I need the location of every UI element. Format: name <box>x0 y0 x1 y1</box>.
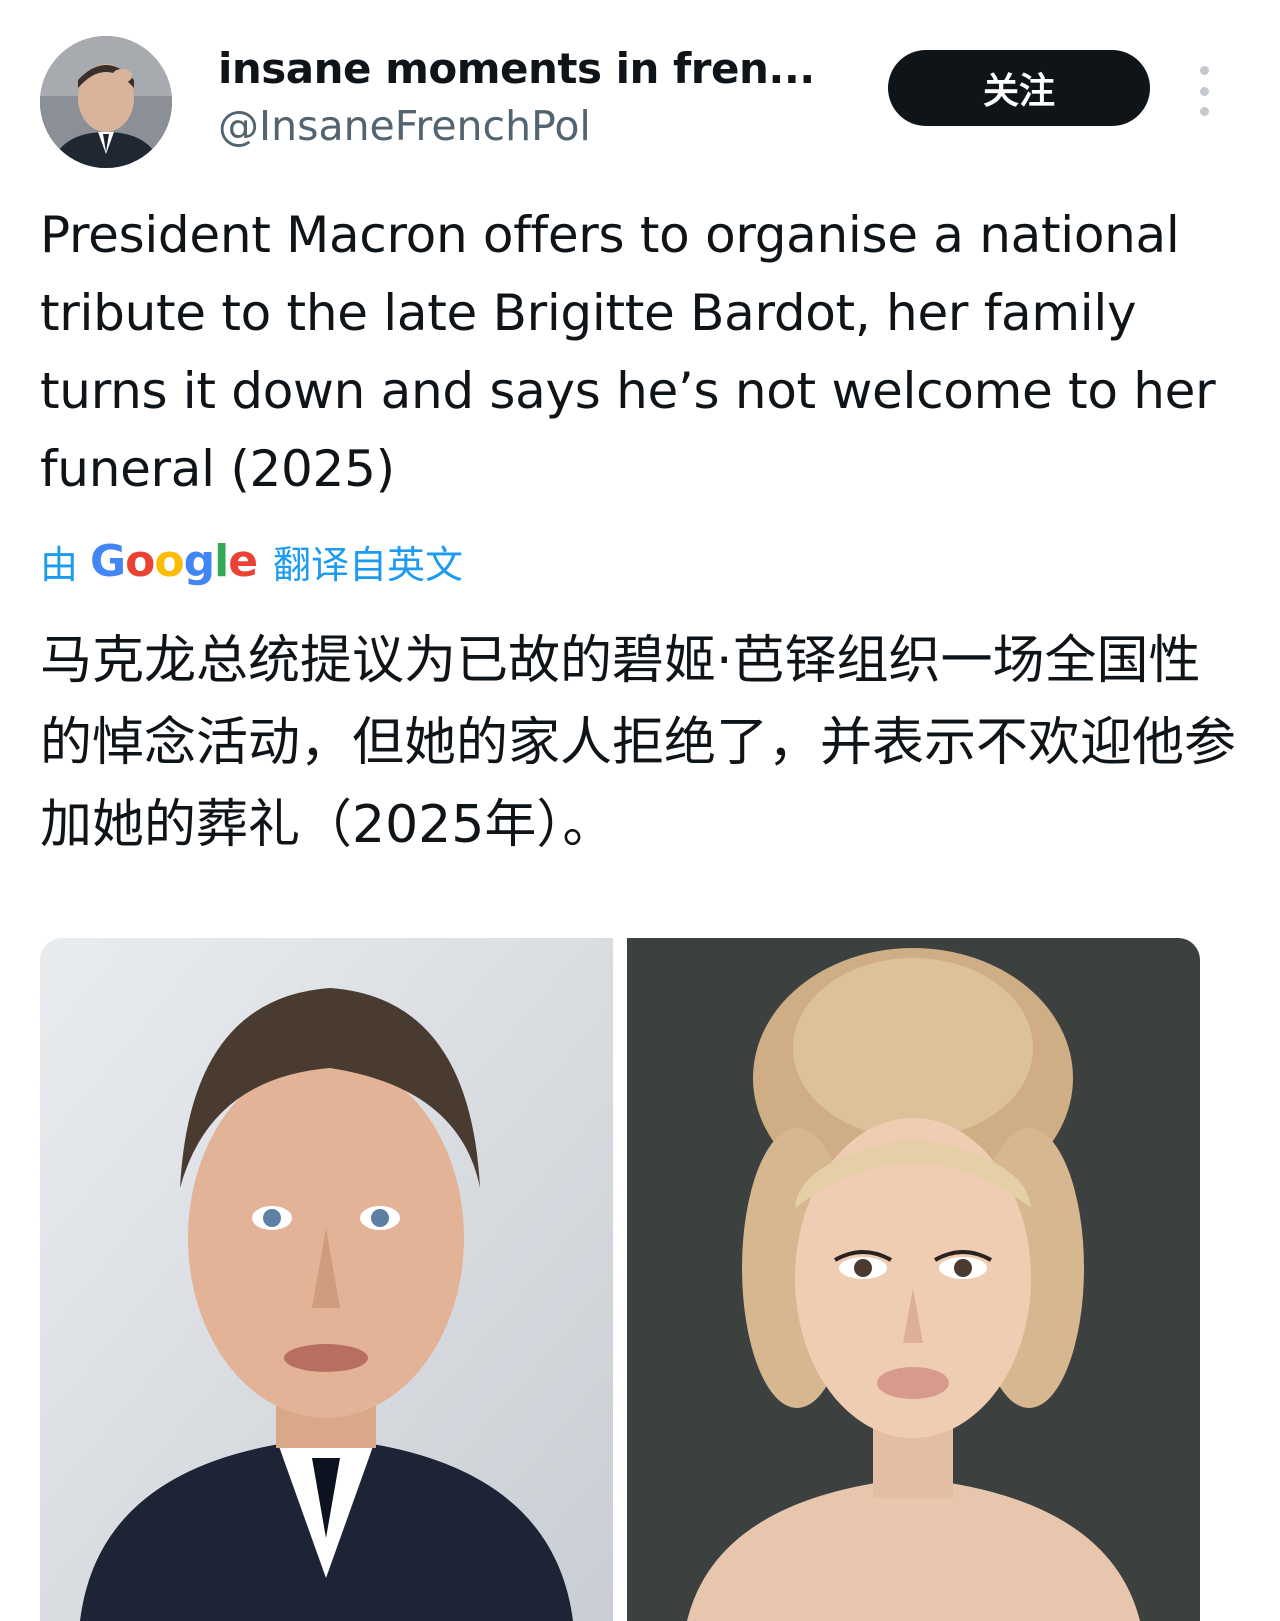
translation-suffix-label: 翻译自英文 <box>273 542 464 587</box>
more-dot <box>1199 86 1209 96</box>
tweet-text-english: President Macron offers to organise a na… <box>40 206 1216 498</box>
more-dot <box>1199 66 1209 75</box>
tweet-text-translated: 马克龙总统提议为已故的碧姬·芭铎组织一场全国性的悼念活动，但她的家人拒绝了，并表… <box>40 631 1237 855</box>
author-avatar[interactable] <box>40 36 172 168</box>
portrait-woman-image <box>627 938 1200 1621</box>
tweet-header: insane moments in fren... @InsaneFrenchP… <box>40 36 1240 176</box>
google-logo: Google <box>90 535 258 587</box>
more-vertical-icon[interactable] <box>1190 66 1218 116</box>
portrait-man-image <box>40 938 613 1621</box>
media-grid <box>40 938 1200 1621</box>
more-dot <box>1199 107 1209 116</box>
follow-button[interactable]: 关注 <box>888 50 1150 126</box>
translation-attribution[interactable]: 由 Google 翻译自英文 <box>40 528 463 594</box>
translation-by-label: 由 <box>40 542 79 587</box>
media-photo-1[interactable] <box>40 938 613 1621</box>
avatar-photo-icon <box>40 36 172 168</box>
author-handle[interactable]: @InsaneFrenchPol <box>218 102 591 150</box>
media-photo-2[interactable] <box>627 938 1200 1621</box>
author-display-name[interactable]: insane moments in fren... <box>218 44 815 93</box>
